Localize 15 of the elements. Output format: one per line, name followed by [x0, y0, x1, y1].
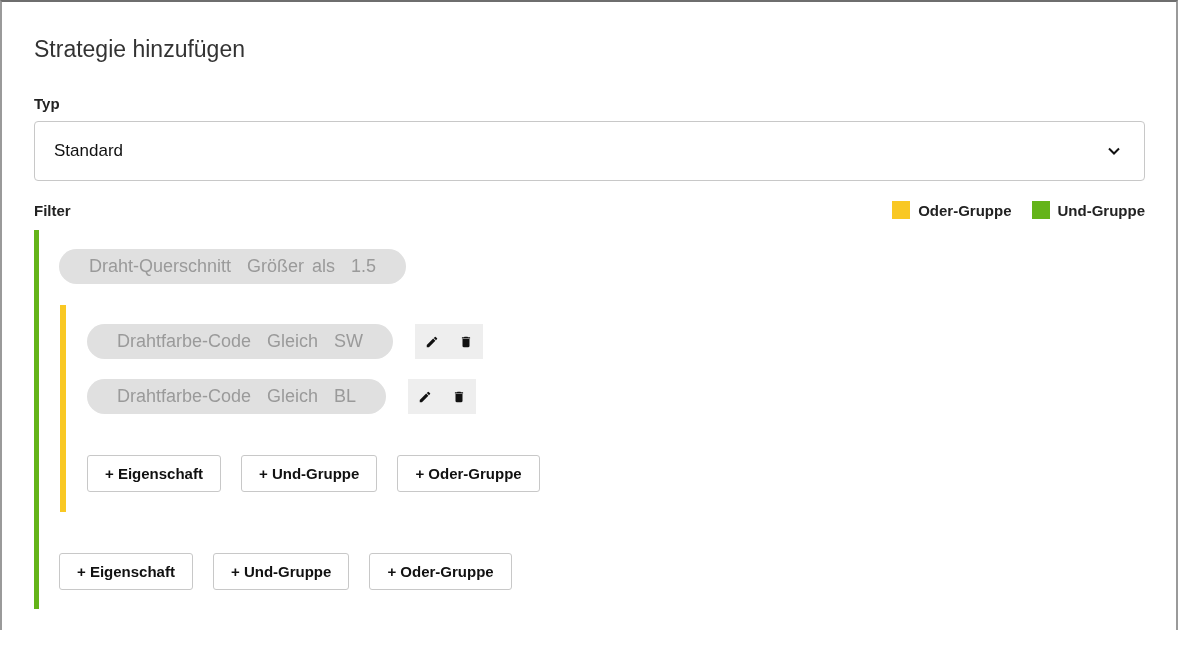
chevron-down-icon: [1108, 147, 1120, 155]
legend-label: Und-Gruppe: [1057, 201, 1145, 219]
add-button[interactable]: + Eigenschaft: [87, 455, 221, 492]
filter-label: Filter: [34, 201, 71, 219]
add-button[interactable]: + Oder-Gruppe: [369, 553, 512, 590]
legend-label: Oder-Gruppe: [918, 201, 1012, 219]
add-button[interactable]: + Und-Gruppe: [212, 553, 350, 590]
pencil-icon[interactable]: [418, 389, 433, 404]
add-button[interactable]: + Oder-Gruppe: [397, 455, 540, 492]
add-button[interactable]: + Eigenschaft: [59, 553, 193, 590]
pencil-icon[interactable]: [425, 334, 440, 349]
dialog-title: Strategie hinzufügen: [34, 35, 246, 64]
add-button[interactable]: + Und-Gruppe: [240, 455, 378, 492]
type-select[interactable]: Standard: [34, 121, 1145, 181]
type-label: Typ: [34, 95, 61, 112]
